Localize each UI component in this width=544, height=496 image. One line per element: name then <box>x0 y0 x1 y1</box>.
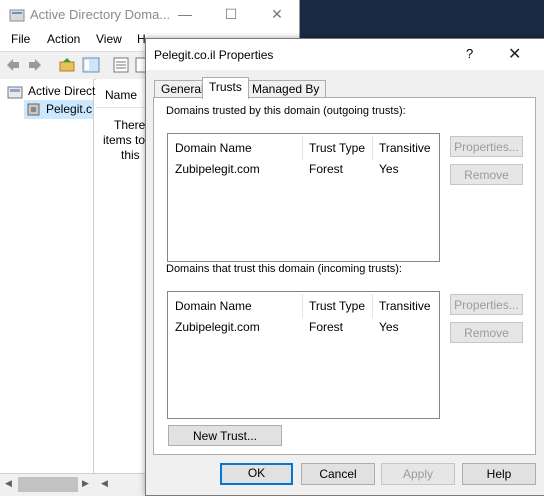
outgoing-remove-button[interactable]: Remove <box>450 164 523 185</box>
col-transitive[interactable]: Transitive <box>379 299 431 313</box>
row-transitive: Yes <box>379 162 399 176</box>
show-tree-icon[interactable] <box>82 56 100 74</box>
tab-trusts[interactable]: Trusts <box>202 77 249 99</box>
row-trust-type: Forest <box>309 320 344 334</box>
cancel-button[interactable]: Cancel <box>301 463 375 485</box>
dialog-title: Pelegit.co.il Properties <box>154 48 274 62</box>
table-row[interactable]: Zubipelegit.com Forest Yes <box>168 162 439 182</box>
domain-icon <box>27 103 40 116</box>
back-arrow-icon[interactable] <box>4 56 22 74</box>
tree-domain-label: Pelegit.c <box>46 102 93 116</box>
dialog-titlebar: Pelegit.co.il Properties ? ✕ <box>146 39 544 70</box>
close-button[interactable]: ✕ <box>254 0 300 29</box>
ad-app-icon <box>9 9 25 22</box>
menu-file[interactable]: File <box>11 32 30 46</box>
scroll-left-icon[interactable]: ◀ <box>5 478 12 489</box>
incoming-properties-button[interactable]: Properties... <box>450 294 523 315</box>
outgoing-trusts-label: Domains trusted by this domain (outgoing… <box>166 105 406 117</box>
incoming-trusts-list[interactable]: Domain Name Trust Type Transitive Zubipe… <box>167 291 440 419</box>
mmc-title: Active Directory Doma... <box>30 7 171 22</box>
tree-selected-item[interactable]: Pelegit.c <box>24 100 93 119</box>
menu-view[interactable]: View <box>96 32 122 46</box>
forward-arrow-icon[interactable] <box>26 56 44 74</box>
incoming-trusts-label: Domains that trust this domain (incoming… <box>166 263 402 275</box>
outgoing-trusts-list[interactable]: Domain Name Trust Type Transitive Zubipe… <box>167 133 440 262</box>
minimize-button[interactable]: — <box>162 0 208 29</box>
trusts-tab-panel: Domains trusted by this domain (outgoing… <box>153 97 536 455</box>
table-row[interactable]: Zubipelegit.com Forest Yes <box>168 320 439 340</box>
help-icon[interactable]: ? <box>466 46 473 61</box>
col-domain-name[interactable]: Domain Name <box>175 299 252 313</box>
empty-text-line-1: There <box>114 118 146 132</box>
tab-managed-by[interactable]: Managed By <box>245 80 327 98</box>
new-trust-button[interactable]: New Trust... <box>168 425 282 446</box>
empty-text-line-3: this <box>121 148 140 162</box>
col-transitive[interactable]: Transitive <box>379 141 431 155</box>
help-button[interactable]: Help <box>462 463 536 485</box>
close-icon[interactable]: ✕ <box>508 44 521 64</box>
apply-button[interactable]: Apply <box>381 463 455 485</box>
col-domain-name[interactable]: Domain Name <box>175 141 252 155</box>
tree-root-label[interactable]: Active Direct <box>28 84 95 98</box>
row-transitive: Yes <box>379 320 399 334</box>
console-tree: Active Direct Pelegit.c <box>0 79 95 473</box>
ad-domains-icon <box>7 86 23 99</box>
column-divider <box>302 136 303 160</box>
scroll-right-icon[interactable]: ▶ <box>82 478 89 489</box>
outgoing-properties-button[interactable]: Properties... <box>450 136 523 157</box>
column-name-header[interactable]: Name <box>105 88 137 102</box>
ok-button[interactable]: OK <box>220 463 293 485</box>
empty-text-line-2: items to <box>103 133 146 147</box>
column-divider <box>372 294 373 318</box>
column-divider <box>302 294 303 318</box>
col-trust-type[interactable]: Trust Type <box>309 141 365 155</box>
column-divider <box>372 136 373 160</box>
properties-dialog: Pelegit.co.il Properties ? ✕ General Tru… <box>145 38 544 496</box>
scroll-left-icon-2[interactable]: ◀ <box>101 478 108 489</box>
col-trust-type[interactable]: Trust Type <box>309 299 365 313</box>
row-domain-name: Zubipelegit.com <box>175 162 260 176</box>
menu-action[interactable]: Action <box>47 32 80 46</box>
up-folder-icon[interactable] <box>58 56 76 74</box>
scroll-thumb[interactable] <box>18 477 78 492</box>
details-view-icon[interactable] <box>112 56 130 74</box>
incoming-remove-button[interactable]: Remove <box>450 322 523 343</box>
row-trust-type: Forest <box>309 162 344 176</box>
mmc-titlebar: Active Directory Doma... — ☐ ✕ <box>0 0 299 29</box>
maximize-button[interactable]: ☐ <box>208 0 254 29</box>
row-domain-name: Zubipelegit.com <box>175 320 260 334</box>
